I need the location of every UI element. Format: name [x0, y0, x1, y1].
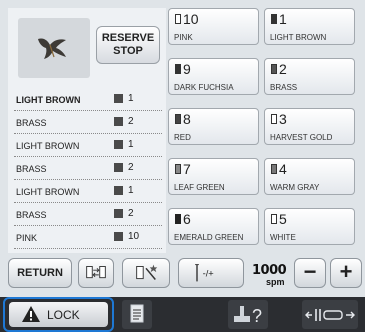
return-button[interactable]: RETURN	[8, 258, 72, 288]
lock-label: LOCK	[47, 308, 80, 322]
spool-icon	[175, 14, 181, 24]
thread-color-swatch	[114, 117, 123, 126]
thread-color-swatch	[114, 186, 123, 195]
machine-help-icon: ?	[234, 306, 262, 326]
spool-button-1[interactable]: 1 LIGHT BROWN	[264, 8, 355, 45]
needle-plus-minus-icon: -/+	[195, 264, 214, 282]
spool-icon	[271, 64, 277, 74]
thread-color-swatch	[114, 209, 123, 218]
thread-tension-button[interactable]: -/+	[178, 258, 244, 288]
spool-icon	[271, 14, 277, 24]
spool-icon	[175, 64, 181, 74]
spool-icon	[175, 164, 181, 174]
spool-button-8[interactable]: 8 RED	[168, 108, 259, 145]
reserve-stop-button[interactable]: RESERVE STOP	[96, 26, 160, 64]
thread-row: PINK 10	[14, 226, 162, 249]
bottom-bar: LOCK ?	[0, 297, 365, 332]
thread-sequence-list: LIGHT BROWN 1 BRASS 2 LIGHT BROWN 1 BRAS…	[14, 88, 162, 249]
spool-button-10[interactable]: 10 PINK	[168, 8, 259, 45]
speed-display: 1000 spm	[252, 263, 287, 287]
spool-icon	[175, 214, 181, 224]
speed-increase-button[interactable]: +	[330, 258, 362, 288]
thread-swap-button[interactable]	[78, 258, 114, 288]
spool-button-6[interactable]: 6 EMERALD GREEN	[168, 208, 259, 245]
thread-color-swatch	[114, 94, 123, 103]
spool-icon	[175, 114, 181, 124]
frame-move-icon	[305, 309, 355, 321]
spool-icon	[271, 164, 277, 174]
design-thumbnail-icon	[38, 38, 66, 59]
thread-row: LIGHT BROWN 1	[14, 88, 162, 111]
spool-button-5[interactable]: 5 WHITE	[264, 208, 355, 245]
thread-row: BRASS 2	[14, 111, 162, 134]
warning-icon	[22, 306, 40, 322]
spool-icon	[271, 114, 277, 124]
thread-row: LIGHT BROWN 1	[14, 180, 162, 203]
reserve-label: RESERVE	[101, 32, 155, 44]
control-toolbar: RETURN -/+ 1000 spm − +	[0, 258, 365, 294]
spool-icon	[271, 214, 277, 224]
svg-text:-/+: -/+	[203, 269, 214, 279]
design-preview	[18, 18, 90, 78]
thread-order-panel: RESERVE STOP LIGHT BROWN 1 BRASS 2 LIGHT…	[8, 8, 166, 253]
svg-text:?: ?	[252, 306, 262, 326]
thread-color-swatch	[114, 232, 123, 241]
spool-button-9[interactable]: 9 DARK FUCHSIA	[168, 58, 259, 95]
spool-button-7[interactable]: 7 LEAF GREEN	[168, 158, 259, 195]
embroidery-screen: RESERVE STOP LIGHT BROWN 1 BRASS 2 LIGHT…	[0, 0, 365, 332]
spool-button-2[interactable]: 2 BRASS	[264, 58, 355, 95]
speed-decrease-button[interactable]: −	[294, 258, 326, 288]
spool-button-3[interactable]: 3 HARVEST GOLD	[264, 108, 355, 145]
thread-swap-icon	[86, 266, 106, 279]
thread-row: LIGHT BROWN 1	[14, 134, 162, 157]
frame-move-button[interactable]	[302, 300, 358, 329]
document-icon	[130, 304, 144, 323]
document-button[interactable]	[122, 300, 152, 329]
stop-label: STOP	[113, 45, 143, 57]
needle-change-button[interactable]	[122, 258, 170, 288]
spool-button-4[interactable]: 4 WARM GRAY	[264, 158, 355, 195]
thread-row: BRASS 2	[14, 157, 162, 180]
thread-color-swatch	[114, 140, 123, 149]
lock-button[interactable]: LOCK	[3, 297, 114, 332]
help-button[interactable]: ?	[228, 300, 268, 329]
thread-row: BRASS 2	[14, 203, 162, 226]
thread-color-swatch	[114, 163, 123, 172]
needle-wand-icon	[136, 264, 158, 281]
